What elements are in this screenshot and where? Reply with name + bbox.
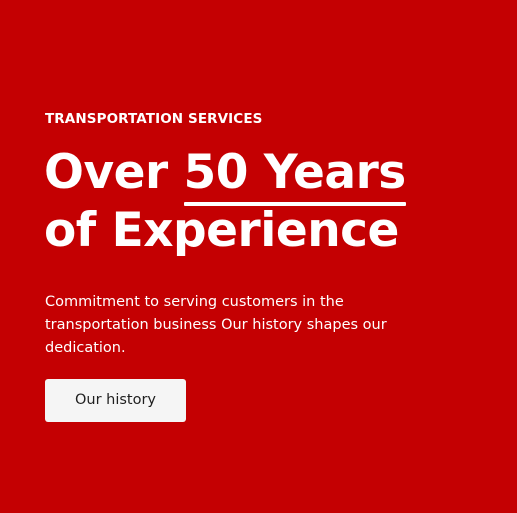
headline-highlight: 50 Years <box>183 144 407 206</box>
our-history-button[interactable]: Our history <box>45 379 186 422</box>
hero-eyebrow: TRANSPORTATION SERVICES <box>45 111 263 127</box>
highlight-underline <box>183 202 406 206</box>
hero-section: TRANSPORTATION SERVICES Over 50 Years of… <box>0 0 517 513</box>
headline-line-1: Over 50 Years <box>44 144 407 206</box>
headline-prefix: Over <box>44 145 184 200</box>
hero-headline: Over 50 Years of Experience <box>44 144 406 260</box>
headline-line-2: of Experience <box>44 203 399 258</box>
hero-description: Commitment to serving customers in the t… <box>45 294 387 356</box>
headline-highlight-text: 50 Years <box>183 145 407 200</box>
